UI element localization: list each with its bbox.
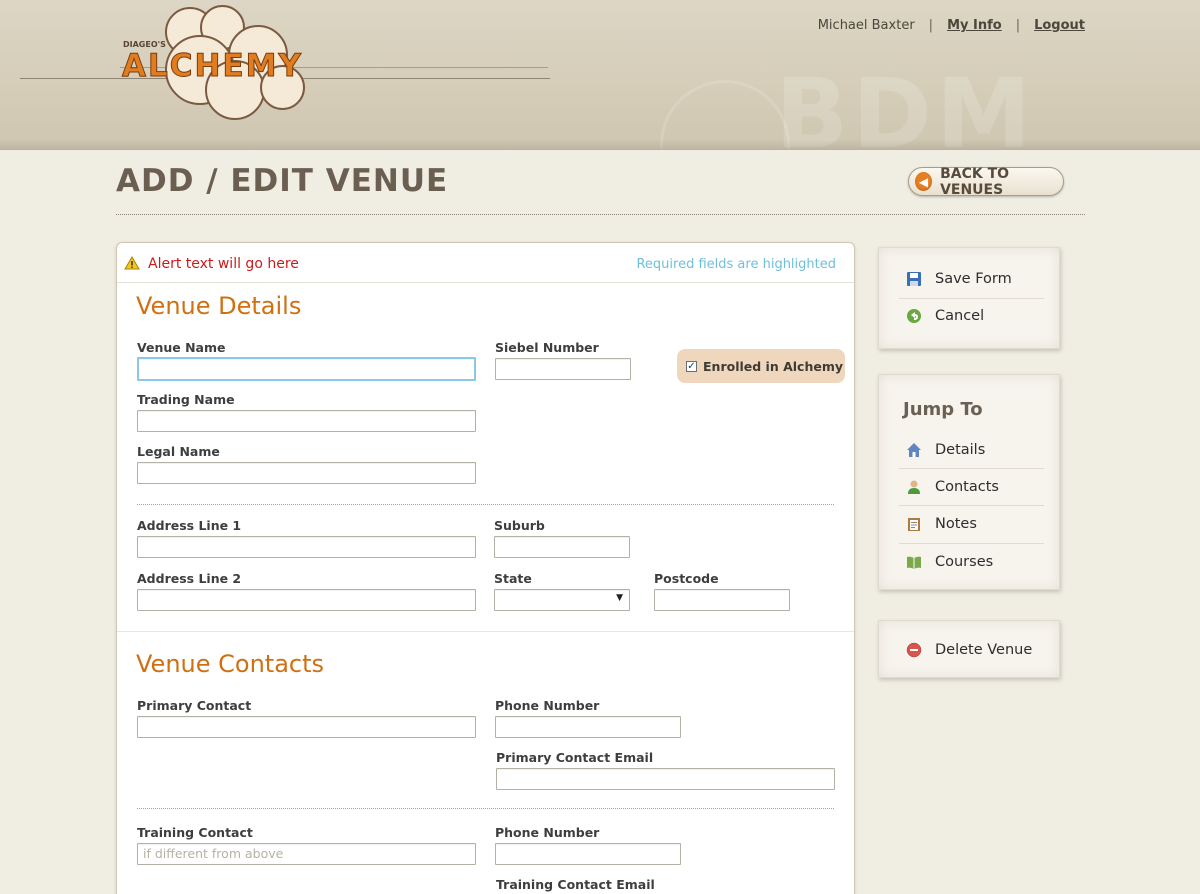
user-name: Michael Baxter [817, 18, 915, 33]
suburb-label: Suburb [494, 518, 545, 533]
cancel-button[interactable]: Cancel [905, 301, 1045, 331]
delete-venue-button[interactable]: Delete Venue [905, 635, 1045, 665]
jump-to-heading: Jump To [903, 399, 983, 420]
header-shadow [0, 139, 1200, 149]
my-info-link[interactable]: My Info [947, 18, 1002, 33]
training-contact-input[interactable]: if different from above [137, 843, 476, 865]
state-label: State [494, 571, 532, 586]
jump-notes-link[interactable]: Notes [905, 509, 1045, 539]
enrolled-checkbox[interactable]: ✓ [686, 360, 697, 372]
save-form-button[interactable]: Save Form [905, 264, 1045, 294]
legal-name-label: Legal Name [137, 444, 220, 459]
alert-message: Alert text will go here [148, 256, 299, 272]
primary-contact-label: Primary Contact [137, 698, 252, 713]
details-divider [137, 504, 834, 505]
required-note: Required fields are highlighted [636, 257, 836, 272]
separator: | [928, 18, 934, 33]
title-divider [116, 214, 1085, 215]
dropdown-arrow-icon: ▼ [616, 593, 623, 603]
training-phone-input[interactable] [495, 843, 681, 865]
delete-venue-label: Delete Venue [935, 642, 1033, 658]
contacts-divider [137, 808, 834, 809]
postcode-label: Postcode [654, 571, 719, 586]
no-entry-icon [905, 642, 922, 659]
jump-contacts-label: Contacts [935, 479, 999, 495]
jump-courses-label: Courses [935, 554, 994, 570]
separator: | [1015, 18, 1021, 33]
enrolled-label: Enrolled in Alchemy [703, 358, 843, 374]
venue-name-label: Venue Name [137, 340, 226, 355]
address-line2-input[interactable] [137, 589, 476, 611]
site-header: BDM DIAGEO'S ALCHEMY Michael Baxter | My… [0, 0, 1200, 150]
back-arrow-icon: ◀ [915, 172, 933, 191]
side-divider [899, 543, 1044, 544]
venue-form-panel: Alert text will go here Required fields … [116, 242, 855, 894]
side-divider [899, 298, 1044, 299]
venue-details-heading: Venue Details [136, 292, 302, 320]
jump-notes-label: Notes [935, 516, 977, 532]
venue-contacts-heading: Venue Contacts [136, 650, 325, 678]
home-icon [905, 442, 922, 459]
user-bar: Michael Baxter | My Info | Logout [818, 18, 1085, 33]
floppy-disk-icon [905, 271, 922, 288]
side-divider [899, 505, 1044, 506]
logout-link[interactable]: Logout [1034, 18, 1085, 33]
logo-brand-name: ALCHEMY [122, 48, 303, 85]
address-line1-label: Address Line 1 [137, 518, 242, 533]
back-to-venues-button[interactable]: ◀ BACK TO VENUES [908, 165, 1064, 198]
actions-box: Save Form Cancel [878, 247, 1060, 349]
primary-email-label: Primary Contact Email [496, 750, 654, 765]
address-line2-label: Address Line 2 [137, 571, 242, 586]
jump-courses-link[interactable]: Courses [905, 547, 1045, 577]
primary-contact-input[interactable] [137, 716, 476, 738]
enrolled-toggle[interactable]: ✓ Enrolled in Alchemy [677, 349, 845, 383]
section-divider [117, 631, 854, 632]
page-title: ADD / EDIT VENUE [116, 163, 449, 199]
siebel-number-input[interactable] [495, 358, 631, 380]
phone-number-label: Phone Number [495, 698, 600, 713]
trading-name-label: Trading Name [137, 392, 235, 407]
person-icon [905, 479, 922, 496]
training-contact-label: Training Contact [137, 825, 253, 840]
trading-name-input[interactable] [137, 410, 476, 432]
phone-number-input[interactable] [495, 716, 681, 738]
undo-arrow-icon [905, 308, 922, 325]
jump-contacts-link[interactable]: Contacts [905, 472, 1045, 502]
jump-details-link[interactable]: Details [905, 435, 1045, 465]
suburb-input[interactable] [494, 536, 630, 558]
postcode-input[interactable] [654, 589, 790, 611]
side-divider [899, 468, 1044, 469]
venue-name-input[interactable] [137, 357, 476, 381]
header-watermark: BDM [775, 58, 1036, 150]
danger-box: Delete Venue [878, 620, 1060, 678]
primary-email-input[interactable] [496, 768, 835, 790]
clipboard-icon [905, 516, 922, 533]
training-email-label: Training Contact Email [496, 877, 655, 892]
jump-details-label: Details [935, 442, 986, 458]
alert-bar: Alert text will go here Required fields … [117, 243, 854, 283]
cancel-label: Cancel [935, 308, 985, 324]
book-icon [905, 554, 922, 571]
alchemy-logo[interactable]: DIAGEO'S ALCHEMY [110, 5, 360, 123]
save-form-label: Save Form [935, 271, 1012, 287]
state-select[interactable]: ▼ [494, 589, 630, 611]
training-phone-label: Phone Number [495, 825, 600, 840]
legal-name-input[interactable] [137, 462, 476, 484]
back-button-label: BACK TO VENUES [940, 165, 1010, 198]
siebel-number-label: Siebel Number [495, 340, 599, 355]
address-line1-input[interactable] [137, 536, 476, 558]
warning-icon [124, 256, 140, 270]
jump-to-box: Jump To Details Contacts Notes Courses [878, 374, 1060, 590]
